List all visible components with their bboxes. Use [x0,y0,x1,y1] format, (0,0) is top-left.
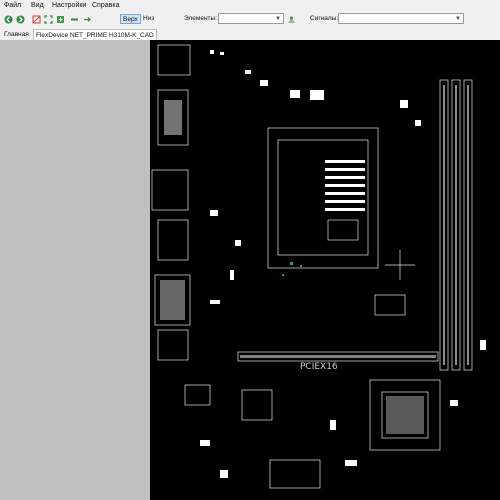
cpu-socket-outline [267,127,379,269]
signals-combo[interactable]: ▼ [338,13,464,24]
arrow-icon[interactable] [83,15,92,24]
view-top-button[interactable]: Верх [120,14,141,24]
elements-combo[interactable]: ▼ [218,13,284,24]
menu-file[interactable]: Файл [4,2,21,10]
board-canvas[interactable]: PCIEX16 [0,40,500,500]
minus-icon[interactable] [70,15,79,24]
tab-board[interactable]: FlexDevice NET_PRIME H310M-K_CAD [33,29,157,40]
chevron-down-icon: ▼ [275,16,281,22]
menu-settings[interactable]: Настройки [52,2,86,10]
flip-icon[interactable] [32,15,41,24]
pcb-board-view[interactable]: PCIEX16 [150,40,500,500]
silkscreen-pciex16: PCIEX16 [300,362,338,372]
tab-bar: Главная FlexDevice NET_PRIME H310M-K_CAD [0,27,500,41]
fit-icon[interactable] [44,15,53,24]
menu-help[interactable]: Справка [92,2,119,10]
menu-bar: Файл Вид Настройки Справка [0,0,500,12]
chevron-down-icon: ▼ [455,16,461,22]
back-icon[interactable] [4,15,13,24]
menu-view[interactable]: Вид [31,2,44,10]
tab-home[interactable]: Главная [2,29,31,40]
forward-icon[interactable] [16,15,25,24]
toolbar: Верх Низ Элементы: ▼ Сигналы: ▼ [0,12,500,27]
search-icon[interactable] [287,15,296,24]
zoom-in-icon[interactable] [56,15,65,24]
view-bottom-button[interactable]: Низ [141,14,156,24]
signals-label: Сигналы: [310,15,339,22]
pcb-drawing: PCIEX16 [151,44,486,489]
elements-label: Элементы: [184,15,217,22]
